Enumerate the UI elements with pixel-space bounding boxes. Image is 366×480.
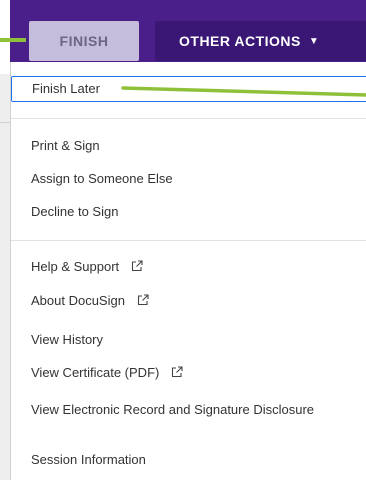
- menu-item-label: View Electronic Record and Signature Dis…: [31, 402, 315, 417]
- menu-item-label: Session Information: [31, 452, 146, 467]
- external-link-icon: [137, 294, 149, 306]
- menu-item-view-certificate[interactable]: View Certificate (PDF): [31, 365, 183, 381]
- menu-item-label: About DocuSign: [31, 293, 125, 308]
- menu-item-label: Finish Later: [32, 81, 100, 96]
- other-actions-button[interactable]: OTHER ACTIONS ▼: [155, 21, 366, 61]
- menu-item-label: Help & Support: [31, 259, 120, 274]
- menu-item-view-history[interactable]: View History: [31, 332, 103, 348]
- background-page: [0, 74, 10, 480]
- external-link-icon: [131, 260, 143, 272]
- menu-item-electronic-disclosure[interactable]: View Electronic Record and Signature Dis…: [31, 402, 331, 418]
- menu-item-finish-later[interactable]: Finish Later: [32, 81, 100, 97]
- menu-item-about[interactable]: About DocuSign: [31, 293, 149, 309]
- callout-line-left: [0, 38, 26, 42]
- external-link-icon: [171, 366, 183, 378]
- docusign-frame: FINISH OTHER ACTIONS ▼ Finish Later Prin…: [0, 0, 366, 480]
- menu-divider: [11, 118, 366, 119]
- menu-item-print-sign[interactable]: Print & Sign: [31, 138, 100, 154]
- menu-item-label: Assign to Someone Else: [31, 171, 173, 186]
- other-actions-label: OTHER ACTIONS: [179, 33, 301, 49]
- menu-item-decline[interactable]: Decline to Sign: [31, 204, 118, 220]
- menu-item-label: Decline to Sign: [31, 204, 119, 219]
- finish-button-label: FINISH: [59, 33, 109, 49]
- menu-divider: [11, 240, 366, 241]
- menu-item-session-info[interactable]: Session Information: [31, 452, 146, 468]
- menu-item-label: View Certificate (PDF): [31, 365, 160, 380]
- menu-item-label: Print & Sign: [31, 138, 100, 153]
- toolbar-edge: [0, 0, 10, 74]
- menu-item-label: View History: [31, 332, 104, 347]
- background-divider: [0, 122, 10, 123]
- chevron-down-icon: ▼: [308, 35, 320, 47]
- menu-item-assign[interactable]: Assign to Someone Else: [31, 171, 173, 187]
- finish-button[interactable]: FINISH: [29, 21, 139, 61]
- menu-item-help-support[interactable]: Help & Support: [31, 259, 143, 275]
